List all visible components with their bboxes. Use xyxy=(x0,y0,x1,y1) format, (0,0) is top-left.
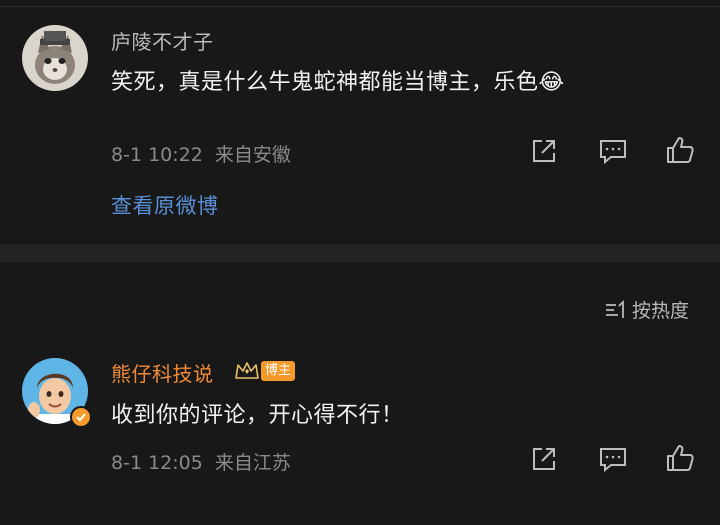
view-original-link[interactable]: 查看原微博 xyxy=(111,190,219,220)
sort-by-hot-button[interactable]: 按热度 xyxy=(604,296,689,323)
reply-location: 来自江苏 xyxy=(214,452,291,474)
share-icon[interactable] xyxy=(528,443,560,475)
blogger-badge: 博主 xyxy=(261,361,296,381)
laugh-emoji: 😂 xyxy=(538,70,565,95)
comment-time: 8-1 10:22 xyxy=(111,144,203,166)
crown-icon xyxy=(235,362,259,379)
verified-icon xyxy=(70,406,92,428)
share-icon[interactable] xyxy=(528,135,560,167)
reply-time: 8-1 12:05 xyxy=(111,452,203,474)
reply-meta: 8-1 12:05 来自江苏 xyxy=(111,448,291,475)
sort-icon xyxy=(606,299,624,318)
comment-username[interactable]: 庐陵不才子 xyxy=(111,26,214,55)
like-icon[interactable] xyxy=(664,134,696,166)
reply-text: 收到你的评论，开心得不行！ xyxy=(111,403,404,428)
top-divider xyxy=(0,6,720,7)
blogger-avatar[interactable] xyxy=(22,358,92,428)
comment-icon[interactable] xyxy=(597,443,629,475)
cat-avatar-image xyxy=(22,25,88,91)
comment-page: 庐陵不才子 笑死，真是什么牛鬼蛇神都能当博主，乐色😂 8-1 10:22 来自安… xyxy=(0,0,720,525)
section-divider xyxy=(0,244,720,262)
comment-location: 来自安徽 xyxy=(214,144,291,166)
blogger-badge-group: 博主 xyxy=(234,360,296,382)
comment-text: 笑死，真是什么牛鬼蛇神都能当博主，乐色😂 xyxy=(111,64,565,96)
comment-meta: 8-1 10:22 来自安徽 xyxy=(111,140,291,167)
sort-label: 按热度 xyxy=(632,300,690,322)
avatar[interactable] xyxy=(22,25,88,91)
like-icon[interactable] xyxy=(664,442,696,474)
comment-text-body: 笑死，真是什么牛鬼蛇神都能当博主，乐色 xyxy=(111,70,539,95)
comment-icon[interactable] xyxy=(597,135,629,167)
blogger-username[interactable]: 熊仔科技说 xyxy=(111,358,214,387)
